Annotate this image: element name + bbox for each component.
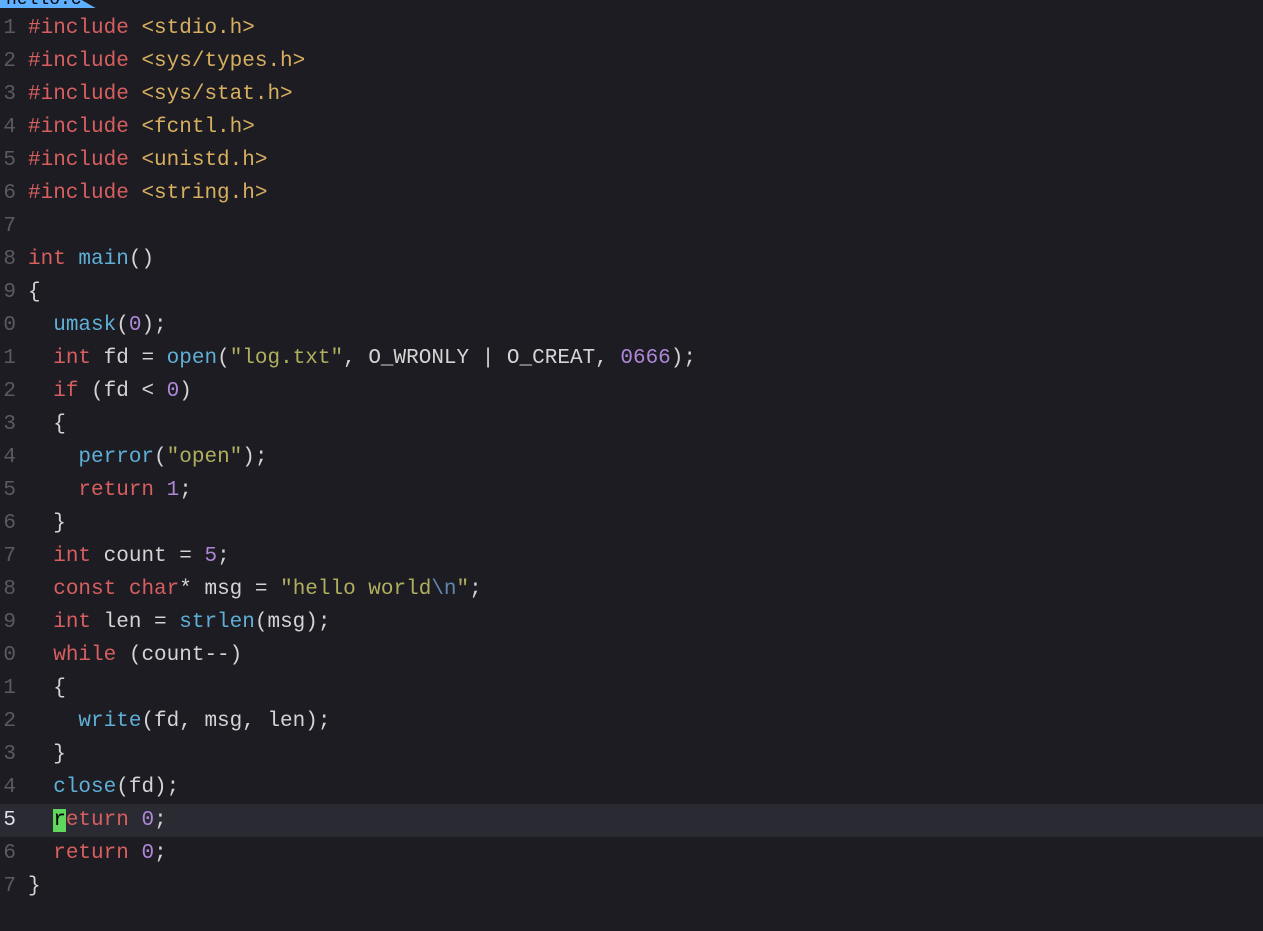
code-content: write(fd, msg, len);	[20, 705, 1263, 738]
line-number: 6	[0, 177, 20, 210]
code-content: #include <unistd.h>	[20, 144, 1263, 177]
code-line[interactable]: 1#include <stdio.h>	[0, 12, 1263, 45]
line-number: 4	[0, 771, 20, 804]
code-line[interactable]: 3 }	[0, 738, 1263, 771]
code-content: perror("open");	[20, 441, 1263, 474]
code-line[interactable]: 4 close(fd);	[0, 771, 1263, 804]
code-content: int fd = open("log.txt", O_WRONLY | O_CR…	[20, 342, 1263, 375]
code-content: {	[20, 408, 1263, 441]
line-number: 7	[0, 540, 20, 573]
line-number: 2	[0, 375, 20, 408]
code-content: while (count--)	[20, 639, 1263, 672]
code-line[interactable]: 8int main()	[0, 243, 1263, 276]
line-number: 3	[0, 738, 20, 771]
line-number: 0	[0, 309, 20, 342]
line-number: 6	[0, 507, 20, 540]
code-line[interactable]: 9{	[0, 276, 1263, 309]
file-tab[interactable]: hello.c	[0, 0, 96, 8]
code-content: return 0;	[20, 837, 1263, 870]
code-content: #include <string.h>	[20, 177, 1263, 210]
line-number: 3	[0, 408, 20, 441]
line-number: 7	[0, 210, 20, 243]
code-content: int main()	[20, 243, 1263, 276]
code-content: #include <sys/types.h>	[20, 45, 1263, 78]
line-number: 2	[0, 705, 20, 738]
code-line[interactable]: 6 return 0;	[0, 837, 1263, 870]
code-line[interactable]: 9 int len = strlen(msg);	[0, 606, 1263, 639]
code-line[interactable]: 7}	[0, 870, 1263, 903]
code-line[interactable]: 8 const char* msg = "hello world\n";	[0, 573, 1263, 606]
line-number: 0	[0, 639, 20, 672]
code-line[interactable]: 5#include <unistd.h>	[0, 144, 1263, 177]
code-content: int count = 5;	[20, 540, 1263, 573]
line-number: 8	[0, 243, 20, 276]
line-number: 1	[0, 12, 20, 45]
code-line[interactable]: 6 }	[0, 507, 1263, 540]
line-number: 9	[0, 606, 20, 639]
line-number: 5	[0, 474, 20, 507]
code-line[interactable]: 2 write(fd, msg, len);	[0, 705, 1263, 738]
code-content: close(fd);	[20, 771, 1263, 804]
line-number: 5	[0, 144, 20, 177]
code-content: {	[20, 276, 1263, 309]
code-content: int len = strlen(msg);	[20, 606, 1263, 639]
code-content: return 0;	[20, 804, 1263, 837]
code-line[interactable]: 1 int fd = open("log.txt", O_WRONLY | O_…	[0, 342, 1263, 375]
code-content: }	[20, 738, 1263, 771]
code-line[interactable]: 3 {	[0, 408, 1263, 441]
code-line[interactable]: 3#include <sys/stat.h>	[0, 78, 1263, 111]
code-line[interactable]: 4#include <fcntl.h>	[0, 111, 1263, 144]
code-line[interactable]: 6#include <string.h>	[0, 177, 1263, 210]
code-content: umask(0);	[20, 309, 1263, 342]
code-content: }	[20, 870, 1263, 903]
code-line[interactable]: 0 umask(0);	[0, 309, 1263, 342]
line-number: 1	[0, 342, 20, 375]
line-number: 3	[0, 78, 20, 111]
line-number: 8	[0, 573, 20, 606]
code-line[interactable]: 0 while (count--)	[0, 639, 1263, 672]
line-number: 4	[0, 441, 20, 474]
line-number: 6	[0, 837, 20, 870]
code-line[interactable]: 7 int count = 5;	[0, 540, 1263, 573]
code-line[interactable]: 5 return 0;	[0, 804, 1263, 837]
tab-filename: hello.c	[6, 0, 82, 8]
line-number: 2	[0, 45, 20, 78]
code-content: #include <stdio.h>	[20, 12, 1263, 45]
line-number: 1	[0, 672, 20, 705]
code-content: }	[20, 507, 1263, 540]
line-number: 7	[0, 870, 20, 903]
code-line[interactable]: 7	[0, 210, 1263, 243]
code-line[interactable]: 2 if (fd < 0)	[0, 375, 1263, 408]
code-line[interactable]: 4 perror("open");	[0, 441, 1263, 474]
cursor: r	[53, 809, 66, 832]
code-content: const char* msg = "hello world\n";	[20, 573, 1263, 606]
line-number: 5	[0, 804, 20, 837]
code-line[interactable]: 5 return 1;	[0, 474, 1263, 507]
code-content: #include <sys/stat.h>	[20, 78, 1263, 111]
line-number: 4	[0, 111, 20, 144]
code-content: if (fd < 0)	[20, 375, 1263, 408]
code-line[interactable]: 2#include <sys/types.h>	[0, 45, 1263, 78]
code-editor[interactable]: 1#include <stdio.h>2#include <sys/types.…	[0, 8, 1263, 903]
code-line[interactable]: 1 {	[0, 672, 1263, 705]
code-content: #include <fcntl.h>	[20, 111, 1263, 144]
code-content: return 1;	[20, 474, 1263, 507]
line-number: 9	[0, 276, 20, 309]
code-content: {	[20, 672, 1263, 705]
tab-bar: hello.c	[0, 0, 1263, 8]
